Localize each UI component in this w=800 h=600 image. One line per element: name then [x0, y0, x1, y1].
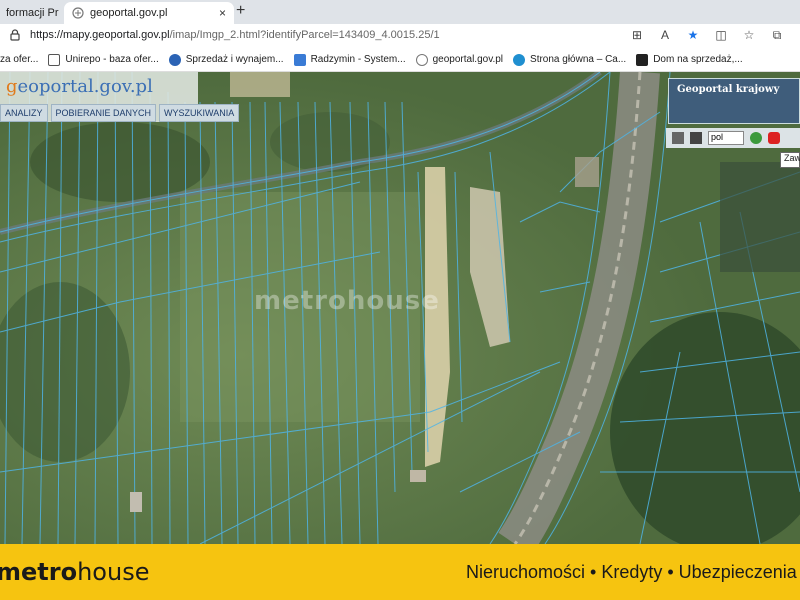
- tab-title: formacji Pr: [6, 7, 59, 19]
- overview-minimap[interactable]: Geoportal krajowy: [668, 78, 800, 124]
- address-row: https://mapy.geoportal.gov.pl/imap/Imgp_…: [0, 24, 800, 48]
- tab-title: geoportal.gov.pl: [90, 7, 168, 19]
- tab-strip: formacji Pr geoportal.gov.pl × +: [0, 0, 800, 24]
- bookmark-label: geoportal.gov.pl: [432, 54, 504, 65]
- bookmark-label: Radzymin - System...: [310, 54, 406, 65]
- bookmark-label: Unirepo - baza ofer...: [65, 54, 159, 65]
- geoportal-brand: geoportal.gov.pl: [6, 76, 153, 97]
- bookmark-item[interactable]: Dom na sprzedaż,...: [636, 53, 743, 66]
- home-icon: [48, 53, 61, 66]
- menu-wyszukiwania[interactable]: WYSZUKIWANIA: [159, 104, 240, 122]
- bookmark-item[interactable]: Sprzedaż i wynajem...: [168, 53, 284, 66]
- banner-tagline: Nieruchomości • Kredyty • Ubezpieczenia: [466, 562, 797, 582]
- bookmark-label: Dom na sprzedaż,...: [653, 54, 743, 65]
- split-screen-icon[interactable]: ◫: [714, 28, 728, 42]
- zaw-button[interactable]: Zaw: [780, 152, 800, 168]
- url-domain: https://mapy.geoportal.gov.pl: [30, 29, 170, 41]
- globe-icon: [168, 53, 181, 66]
- minimap-title: Geoportal krajowy: [677, 84, 780, 95]
- close-tab-icon[interactable]: ×: [219, 6, 226, 20]
- tab-geoportal[interactable]: geoportal.gov.pl ×: [64, 2, 234, 24]
- bookmark-item[interactable]: za ofer...: [0, 54, 38, 65]
- geoportal-menu: ANALIZY POBIERANIE DANYCH WYSZUKIWANIA: [0, 104, 240, 122]
- menu-analizy[interactable]: ANALIZY: [0, 104, 48, 122]
- new-tab-icon[interactable]: +: [236, 2, 245, 20]
- bookmark-item[interactable]: Strona główna – Ca...: [513, 53, 627, 66]
- bookmark-item[interactable]: Unirepo - baza ofer...: [48, 53, 159, 66]
- bookmark-label: za ofer...: [0, 54, 39, 65]
- tab-informacji[interactable]: formacji Pr: [0, 2, 62, 24]
- language-select[interactable]: pol: [708, 131, 744, 145]
- map-toolbar: pol: [666, 128, 800, 148]
- metrohouse-logo: metrohouse: [0, 558, 150, 586]
- url-path: /imap/Imgp_2.html?identifyParcel=143409_…: [169, 29, 440, 41]
- address-tools: ⊞ A ★ ◫ ☆ ⧉: [630, 28, 784, 43]
- bookmarks-bar: za ofer... Unirepo - baza ofer... Sprzed…: [0, 48, 800, 72]
- metrohouse-banner: metrohouse Nieruchomości • Kredyty • Ube…: [0, 544, 800, 600]
- printer-icon[interactable]: [690, 132, 702, 144]
- lock-icon: [10, 29, 20, 41]
- edge-icon: [513, 53, 526, 66]
- c-icon: [636, 53, 649, 66]
- apps-icon[interactable]: ⊞: [630, 28, 644, 42]
- bookmark-item[interactable]: Radzymin - System...: [293, 53, 406, 66]
- read-aloud-icon[interactable]: A: [658, 28, 672, 42]
- address-bar[interactable]: https://mapy.geoportal.gov.pl/imap/Imgp_…: [2, 24, 620, 46]
- doc-icon: [293, 53, 306, 66]
- geoportal-icon: [415, 53, 428, 66]
- favorites-icon[interactable]: ☆: [742, 28, 756, 42]
- bookmark-label: Strona główna – Ca...: [530, 54, 627, 65]
- metrohouse-watermark: metrohouse: [254, 286, 440, 316]
- help-icon[interactable]: [750, 132, 762, 144]
- menu-pobieranie-danych[interactable]: POBIERANIE DANYCH: [50, 104, 157, 122]
- bookmark-label: Sprzedaż i wynajem...: [185, 54, 284, 65]
- print-icon[interactable]: [672, 132, 684, 144]
- favorite-star-icon[interactable]: ★: [686, 28, 700, 42]
- youtube-icon[interactable]: [768, 132, 780, 144]
- collections-icon[interactable]: ⧉: [770, 28, 784, 42]
- bookmark-item[interactable]: geoportal.gov.pl: [415, 53, 504, 66]
- geoportal-favicon-icon: [72, 7, 84, 19]
